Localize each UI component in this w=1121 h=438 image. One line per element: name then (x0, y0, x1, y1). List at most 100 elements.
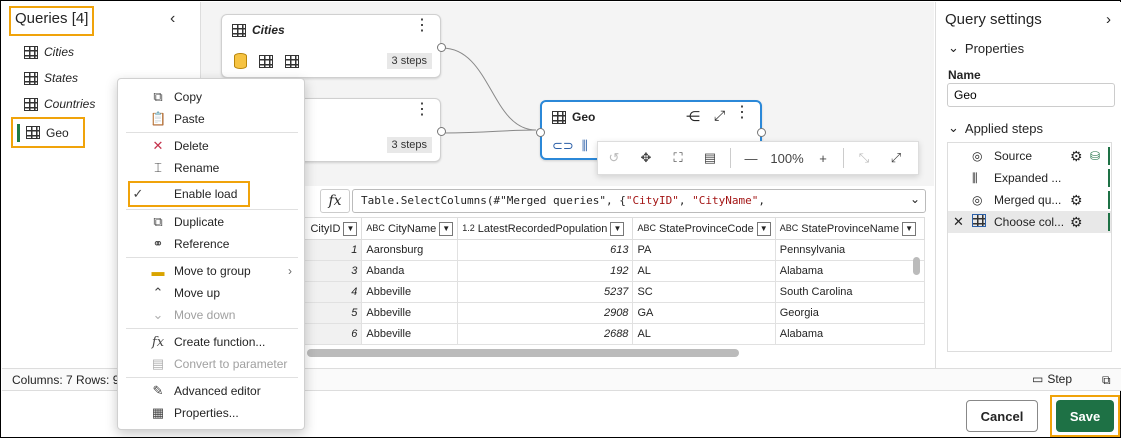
cell[interactable]: GA (632, 302, 776, 324)
cell[interactable]: Abbeville (361, 302, 459, 324)
cell[interactable]: Alabama (774, 260, 925, 282)
cell[interactable]: Pennsylvania (774, 239, 925, 261)
fit-to-screen-icon[interactable]: ⛶ (662, 150, 694, 166)
cell[interactable]: SC (632, 281, 776, 303)
menu-item-advanced-editor[interactable]: ✎ Advanced editor (118, 381, 304, 401)
zoom-in-icon[interactable]: + (807, 151, 839, 166)
menu-label: Properties... (174, 406, 239, 420)
map-icon[interactable]: ▤ (694, 150, 726, 166)
delete-icon[interactable]: ✕ (953, 214, 964, 230)
data-grid[interactable]: CityID ▼ ABC CityName ▼ 1.2 LatestRecordedPo… (287, 217, 925, 363)
zoom-out-icon[interactable]: — (735, 151, 767, 166)
filter-dropdown-icon[interactable]: ▼ (756, 221, 771, 236)
input-port[interactable] (536, 128, 545, 137)
collapse-view-icon[interactable]: ⤡ (848, 150, 880, 166)
save-button[interactable]: Save (1056, 400, 1114, 432)
menu-item-move-to-group[interactable]: ▬ Move to group › (118, 261, 304, 281)
cell[interactable]: Abanda (361, 260, 459, 282)
more-options-icon[interactable]: ⋮ (414, 18, 430, 34)
query-card-cities[interactable]: Cities ⋮ 3 steps (221, 14, 446, 78)
expand-view-icon[interactable]: ⤢ (880, 150, 912, 166)
menu-item-create-function[interactable]: fx Create function... (118, 332, 304, 352)
query-item-cities[interactable]: Cities (24, 42, 74, 62)
menu-item-delete[interactable]: ✕ Delete (118, 136, 304, 156)
query-item-states[interactable]: States (24, 68, 78, 88)
applied-step-choose-columns[interactable]: ✕ Choose col... ⚙ (948, 211, 1111, 233)
cell[interactable]: AL (632, 323, 776, 345)
table-row[interactable]: 3 Abanda 192 AL Alabama (287, 260, 925, 282)
cell[interactable]: 192 (457, 260, 634, 282)
function-icon[interactable]: fx (320, 189, 350, 213)
cell[interactable]: Abbeville (361, 281, 459, 303)
menu-item-enable-load[interactable]: ✓ Enable load (118, 184, 304, 204)
query-item-label: Cities (44, 45, 75, 59)
menu-item-duplicate[interactable]: ⧉ Duplicate (118, 212, 304, 232)
filter-dropdown-icon[interactable]: ▼ (902, 221, 917, 236)
query-item-countries[interactable]: Countries (24, 94, 95, 114)
column-header-cityname[interactable]: ABC CityName ▼ (361, 217, 459, 240)
folder-icon: ▬ (151, 263, 165, 279)
applied-step-merged[interactable]: ◎ Merged qu... ⚙ (948, 189, 1111, 211)
filter-dropdown-icon[interactable]: ▼ (343, 221, 358, 236)
cell[interactable]: Abbeville (361, 323, 459, 345)
formula-input[interactable]: Table.SelectColumns(#"Merged queries", {… (352, 189, 926, 213)
cell[interactable]: AL (632, 260, 776, 282)
cell[interactable]: South Carolina (774, 281, 925, 303)
table-row[interactable]: 5 Abbeville 2908 GA Georgia (287, 302, 925, 324)
grid-vertical-scrollbar[interactable] (913, 257, 920, 275)
type-icon[interactable]: ABC (366, 223, 385, 233)
output-port[interactable] (757, 128, 766, 137)
cell[interactable]: 5237 (457, 281, 634, 303)
cell[interactable]: 613 (457, 239, 634, 261)
cell[interactable]: 2688 (457, 323, 634, 345)
name-field[interactable] (947, 83, 1115, 107)
cell[interactable]: Aaronsburg (361, 239, 459, 261)
gear-icon[interactable]: ⚙ (1070, 192, 1083, 209)
step-toggle[interactable]: ▭ Step (1032, 372, 1072, 386)
filter-dropdown-icon[interactable]: ▼ (610, 221, 625, 236)
chevron-down-icon: ⌄ (948, 40, 959, 55)
applied-step-source[interactable]: ◎ Source ⚙ ⛁ (948, 145, 1111, 167)
menu-item-properties[interactable]: ▦ Properties... (118, 403, 304, 423)
cell[interactable]: PA (632, 239, 776, 261)
menu-item-move-up[interactable]: ⌃ Move up (118, 283, 304, 303)
column-header-state-name[interactable]: ABC StateProvinceName ▼ (774, 217, 925, 240)
more-options-icon[interactable]: ⋮ (414, 102, 430, 118)
advanced-editor-icon: ✎ (152, 383, 164, 398)
collapse-chevron-icon[interactable]: ‹ (170, 10, 175, 28)
table-row[interactable]: 1 Aaronsburg 613 PA Pennsylvania (287, 239, 925, 261)
table-row[interactable]: 6 Abbeville 2688 AL Alabama (287, 323, 925, 345)
column-header-state-code[interactable]: ABC StateProvinceCode ▼ (632, 217, 776, 240)
applied-step-expanded[interactable]: ⫼ Expanded ... (948, 167, 1111, 189)
type-icon[interactable]: ABC (637, 223, 656, 233)
applied-steps-section[interactable]: ⌄ Applied steps (948, 120, 1043, 136)
share-icon[interactable]: ⋲ (686, 108, 700, 125)
chevron-down-icon[interactable]: ⌄ (910, 192, 920, 206)
output-port[interactable] (437, 127, 446, 136)
cell[interactable]: Alabama (774, 323, 925, 345)
output-port[interactable] (437, 43, 446, 52)
menu-item-reference[interactable]: ⚭ Reference (118, 234, 304, 254)
pan-icon[interactable]: ✥ (630, 150, 662, 166)
table-row[interactable]: 4 Abbeville 5237 SC South Carolina (287, 281, 925, 303)
expand-icon[interactable]: ⤢ (714, 107, 725, 124)
menu-item-rename[interactable]: ⌶ Rename (118, 158, 304, 178)
chevron-right-icon[interactable]: › (1106, 11, 1111, 28)
query-item-geo[interactable]: Geo (11, 117, 85, 148)
filter-dropdown-icon[interactable]: ▼ (439, 221, 454, 236)
diagram-view-icon[interactable]: ⧉ (1102, 373, 1111, 388)
properties-section[interactable]: ⌄ Properties (948, 40, 1024, 56)
type-icon[interactable]: ABC (780, 223, 799, 233)
cell[interactable]: Georgia (774, 302, 925, 324)
gear-icon[interactable]: ⚙ (1070, 214, 1083, 231)
cancel-button[interactable]: Cancel (966, 400, 1038, 432)
undo-icon[interactable]: ↺ (598, 150, 630, 166)
type-icon[interactable]: 1.2 (462, 223, 475, 233)
menu-item-copy[interactable]: ⧉ Copy (118, 87, 304, 107)
gear-icon[interactable]: ⚙ (1070, 148, 1083, 165)
more-options-icon[interactable]: ⋮ (734, 105, 750, 121)
grid-horizontal-scrollbar[interactable] (307, 349, 739, 357)
cell[interactable]: 2908 (457, 302, 634, 324)
menu-item-paste[interactable]: 📋 Paste (118, 109, 304, 129)
column-header-population[interactable]: 1.2 LatestRecordedPopulation ▼ (457, 217, 634, 240)
